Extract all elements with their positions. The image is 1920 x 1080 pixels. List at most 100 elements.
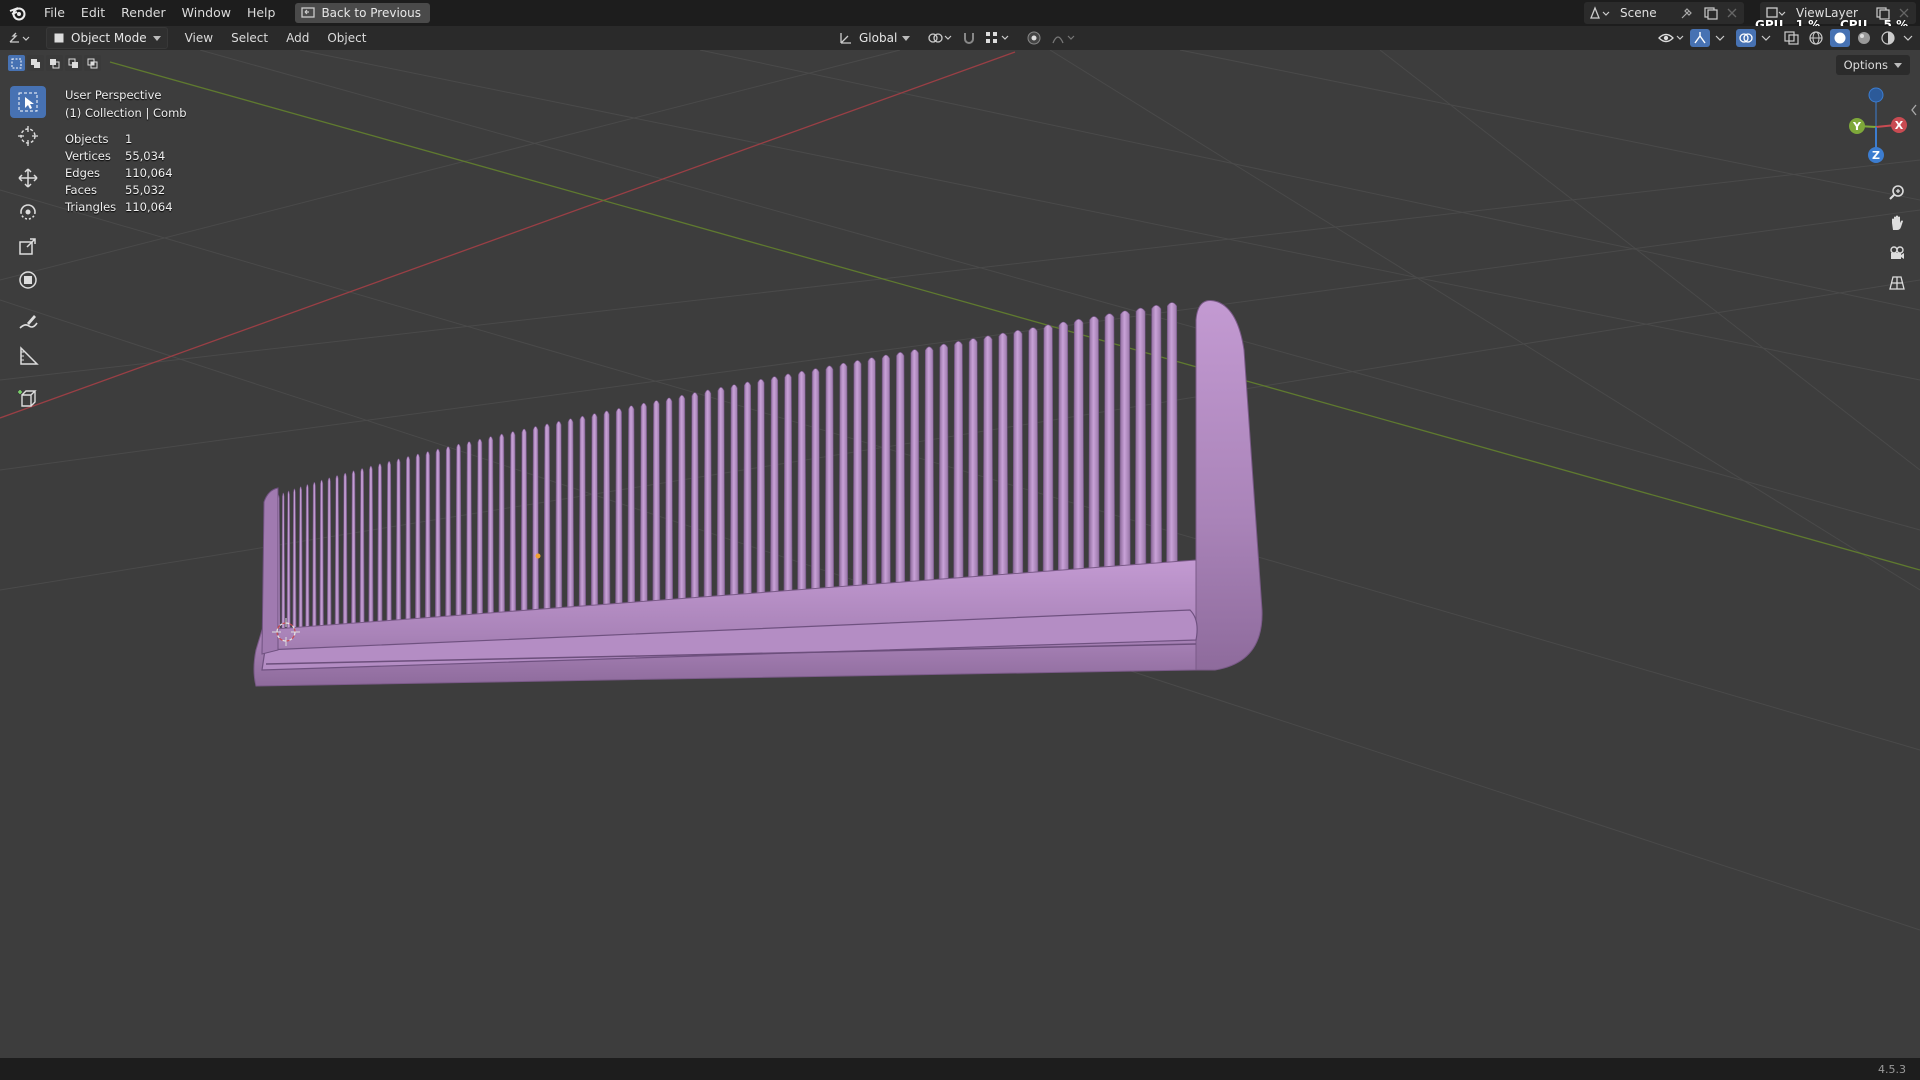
gizmo-y-label: Y [1852, 120, 1862, 133]
object-origin-icon [535, 553, 541, 559]
pin-icon[interactable] [1680, 6, 1694, 20]
menu-add[interactable]: Add [277, 26, 318, 50]
blender-logo-icon[interactable] [0, 5, 36, 21]
gizmo-z-label: Z [1872, 149, 1880, 162]
add-cube-tool[interactable] [10, 382, 46, 414]
select-box-tool[interactable] [10, 86, 46, 118]
selection-mode-group [8, 55, 101, 71]
visibility-selectability-icon[interactable] [1656, 30, 1686, 46]
menu-select[interactable]: Select [222, 26, 277, 50]
pivot-point-icon[interactable] [926, 30, 954, 46]
scale-tool[interactable] [10, 230, 46, 262]
xray-toggle-icon[interactable] [1782, 30, 1802, 46]
chevron-down-icon [902, 35, 911, 41]
remove-scene-icon[interactable] [1724, 6, 1740, 20]
snap-toggle-icon[interactable] [960, 30, 978, 46]
stat-label: Vertices [65, 149, 111, 163]
pan-button[interactable] [1884, 210, 1910, 236]
editor-type-selector[interactable] [0, 30, 40, 46]
stat-value: 55,032 [125, 183, 166, 197]
move-tool[interactable] [10, 162, 46, 194]
status-bar: 4.5.3 [0, 1058, 1920, 1080]
object-mode-dropdown[interactable]: Object Mode [46, 27, 168, 49]
stat-label: Faces [65, 183, 97, 197]
magnifier-icon [1889, 185, 1904, 200]
axis-gizmo[interactable]: X Y Z [1830, 80, 1920, 190]
version-label: 4.5.3 [1878, 1062, 1906, 1076]
overlays-icon [1739, 33, 1753, 43]
show-gizmo-toggle[interactable] [1690, 29, 1710, 47]
select-new-icon[interactable] [8, 55, 25, 71]
stat-label: Triangles [65, 200, 117, 214]
hand-icon [1892, 215, 1903, 230]
camera-icon [1890, 246, 1904, 259]
top-menu-bar: File Edit Render Window Help Back to Pre… [0, 0, 1920, 26]
select-extend-icon[interactable] [27, 55, 44, 71]
scale-icon [19, 238, 36, 255]
transform-tool[interactable] [10, 264, 46, 296]
overlays-dropdown-icon[interactable] [1760, 30, 1772, 46]
stat-label: Objects [65, 132, 109, 146]
orientation-icon [840, 33, 851, 44]
select-intersect-icon[interactable] [84, 55, 101, 71]
sidebar-toggle-icon[interactable] [1910, 103, 1918, 117]
solid-shading-icon [1834, 32, 1846, 44]
back-to-previous-button[interactable]: Back to Previous [295, 3, 430, 23]
show-overlays-toggle[interactable] [1736, 29, 1756, 47]
navigation-gizmo: X Y Z [1830, 80, 1920, 310]
zoom-button[interactable] [1884, 180, 1910, 206]
3d-viewport[interactable] [0, 50, 1920, 1058]
menu-render[interactable]: Render [113, 0, 174, 26]
menu-edit[interactable]: Edit [73, 0, 113, 26]
transform-icon [19, 271, 37, 289]
add-cube-icon [18, 390, 37, 407]
gizmo-dropdown-icon[interactable] [1714, 30, 1726, 46]
3d-viewport-icon [9, 32, 30, 43]
object-mode-icon [54, 33, 64, 43]
select-subtract-icon[interactable] [46, 55, 63, 71]
comb-mesh[interactable] [253, 300, 1263, 688]
stat-value: 55,034 [125, 149, 166, 163]
solid-shading-toggle[interactable] [1830, 29, 1850, 47]
grid-perspective-icon [1889, 276, 1905, 290]
stat-value: 110,064 [125, 166, 173, 180]
scene-icon [1590, 6, 1610, 19]
select-invert-icon[interactable] [65, 55, 82, 71]
3d-cursor-tool-icon [18, 126, 38, 146]
options-label: Options [1843, 58, 1888, 72]
menu-window[interactable]: Window [174, 0, 239, 26]
rendered-shading-icon[interactable] [1878, 30, 1898, 46]
menu-view[interactable]: View [176, 26, 222, 50]
viewport-grid [0, 50, 1920, 931]
stat-row: Vertices 55,034 [65, 148, 173, 165]
snap-target-icon[interactable] [984, 30, 1012, 46]
menu-object[interactable]: Object [318, 26, 375, 50]
stat-row: Triangles 110,064 [65, 199, 173, 216]
annotate-tool[interactable] [10, 306, 46, 338]
scene-name: Scene [1620, 6, 1657, 20]
pencil-icon [19, 315, 38, 329]
new-scene-icon[interactable] [1702, 6, 1720, 20]
scene-selector[interactable]: Scene [1584, 2, 1744, 24]
falloff-icon[interactable] [1050, 30, 1078, 46]
perspective-toggle-button[interactable] [1884, 270, 1910, 296]
transform-orientation-dropdown[interactable]: Global [838, 31, 911, 45]
camera-view-button[interactable] [1884, 240, 1910, 266]
stat-label: Edges [65, 166, 100, 180]
shading-dropdown-icon[interactable] [1902, 30, 1914, 46]
menu-file[interactable]: File [36, 0, 73, 26]
proportional-editing-icon[interactable] [1024, 30, 1044, 46]
scene-statistics: Objects 1 Vertices 55,034 Edges 110,064 Fac… [65, 131, 173, 216]
stat-row: Faces 55,032 [65, 182, 173, 199]
material-preview-icon[interactable] [1854, 30, 1874, 46]
menu-help[interactable]: Help [239, 0, 284, 26]
wireframe-shading-icon[interactable] [1806, 30, 1826, 46]
options-dropdown[interactable]: Options [1835, 55, 1910, 75]
perspective-label: User Perspective [65, 88, 162, 102]
measure-tool[interactable] [10, 340, 46, 372]
cursor-tool[interactable] [10, 120, 46, 152]
object-mode-label: Object Mode [71, 31, 147, 45]
cursor-arrow-icon [18, 92, 38, 112]
rotate-tool[interactable] [10, 196, 46, 228]
chevron-down-icon [1894, 62, 1902, 68]
